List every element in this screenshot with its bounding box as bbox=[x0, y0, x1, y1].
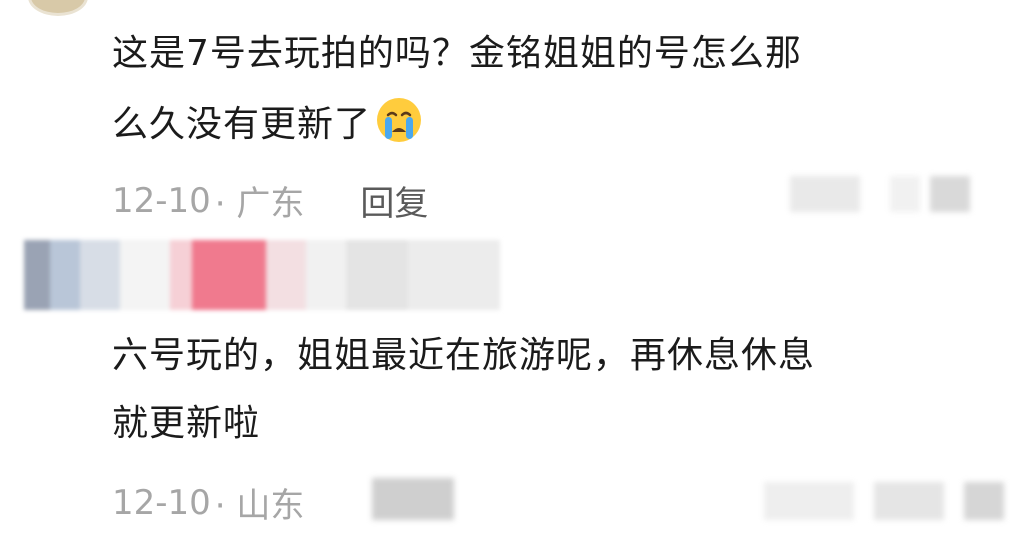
crying-face-icon bbox=[375, 96, 423, 144]
like-area-blurred[interactable] bbox=[790, 172, 980, 216]
comment-text-line-2: 么久没有更新了 bbox=[112, 96, 423, 151]
reply-button[interactable]: 回复 bbox=[360, 176, 428, 225]
reply-text-line-2: 就更新啦 bbox=[112, 403, 261, 444]
comment-text-line-1: 这是7号去玩拍的吗？金铭姐姐的号怎么那 bbox=[112, 33, 802, 74]
comment-meta: 12-10 · 广东 回复 bbox=[112, 176, 428, 225]
comment-text-line-2-content: 么久没有更新了 bbox=[112, 104, 372, 145]
reply-meta: 12-10 · 山东 bbox=[112, 478, 304, 527]
reply-button-blurred[interactable] bbox=[372, 478, 454, 520]
reply-location: · 山东 bbox=[214, 486, 305, 526]
reply-user-blurred[interactable] bbox=[24, 240, 500, 310]
like-area-blurred-bottom[interactable] bbox=[764, 478, 1010, 524]
reply-text-line-1: 六号玩的，姐姐最近在旅游呢，再休息休息 bbox=[112, 335, 816, 376]
commenter-avatar[interactable] bbox=[28, 0, 88, 16]
comment-date: 12-10 bbox=[112, 180, 211, 221]
reply-date: 12-10 bbox=[112, 482, 211, 523]
comment-location: · 广东 bbox=[214, 184, 305, 224]
